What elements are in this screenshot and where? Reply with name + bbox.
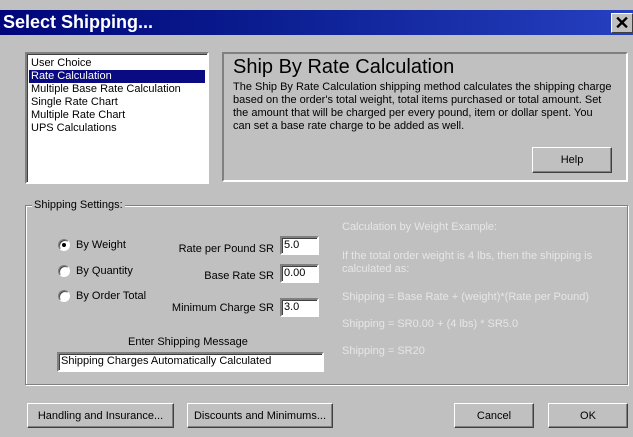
close-button[interactable]: ✕ [611, 13, 633, 33]
rate-per-pound-label: Rate per Pound SR [178, 243, 274, 255]
cancel-button[interactable]: Cancel [454, 403, 534, 428]
select-shipping-dialog: Select Shipping... ✕ User Choice Rate Ca… [0, 0, 633, 437]
minimum-charge-label: Minimum Charge SR [171, 302, 274, 314]
list-item-user-choice[interactable]: User Choice [29, 57, 205, 70]
ok-button[interactable]: OK [548, 403, 628, 428]
radio-unchecked-icon [58, 290, 70, 302]
list-item-single-rate-chart[interactable]: Single Rate Chart [29, 96, 205, 109]
title-bar[interactable]: Select Shipping... ✕ [0, 10, 633, 35]
radio-by-quantity[interactable]: By Quantity [58, 265, 133, 277]
shipping-method-list[interactable]: User Choice Rate Calculation Multiple Ba… [25, 52, 209, 184]
example-substituted: Shipping = SR0.00 + (4 lbs) * SR5.0 [342, 318, 519, 330]
radio-unchecked-icon [58, 265, 70, 277]
description-panel: Ship By Rate Calculation The Ship By Rat… [222, 52, 628, 182]
example-line-1: If the total order weight is 4 lbs, then… [342, 250, 593, 262]
dialog-title: Select Shipping... [3, 12, 154, 32]
description-text: The Ship By Rate Calculation shipping me… [233, 81, 612, 132]
base-rate-input[interactable]: 0.00 [280, 264, 319, 283]
radio-checked-icon [58, 239, 70, 251]
radio-by-order-total[interactable]: By Order Total [58, 290, 146, 302]
radio-label: By Quantity [76, 265, 133, 277]
shipping-message-input[interactable]: Shipping Charges Automatically Calculate… [57, 352, 324, 372]
example-heading: Calculation by Weight Example: [342, 221, 498, 233]
radio-by-weight[interactable]: By Weight [58, 239, 126, 251]
handling-insurance-button[interactable]: Handling and Insurance... [27, 403, 174, 428]
list-item-rate-calculation[interactable]: Rate Calculation [29, 70, 205, 83]
list-item-multiple-base-rate[interactable]: Multiple Base Rate Calculation [29, 83, 205, 96]
example-line-2: calculated as: [342, 263, 410, 275]
base-rate-label: Base Rate SR [204, 270, 274, 282]
close-icon: ✕ [614, 13, 630, 33]
radio-label: By Order Total [76, 290, 147, 302]
help-button[interactable]: Help [532, 147, 612, 173]
shipping-settings-legend: Shipping Settings: [32, 199, 125, 211]
example-formula: Shipping = Base Rate + (weight)*(Rate pe… [342, 291, 590, 303]
list-item-ups-calculations[interactable]: UPS Calculations [29, 122, 205, 135]
description-title: Ship By Rate Calculation [233, 56, 455, 78]
radio-label: By Weight [76, 239, 126, 251]
rate-per-pound-input[interactable]: 5.0 [280, 236, 319, 255]
list-item-multiple-rate-chart[interactable]: Multiple Rate Chart [29, 109, 205, 122]
shipping-message-label: Enter Shipping Message [128, 336, 248, 348]
example-result: Shipping = SR20 [342, 345, 425, 357]
minimum-charge-input[interactable]: 3.0 [280, 298, 319, 317]
discounts-minimums-button[interactable]: Discounts and Minimums... [187, 403, 333, 428]
